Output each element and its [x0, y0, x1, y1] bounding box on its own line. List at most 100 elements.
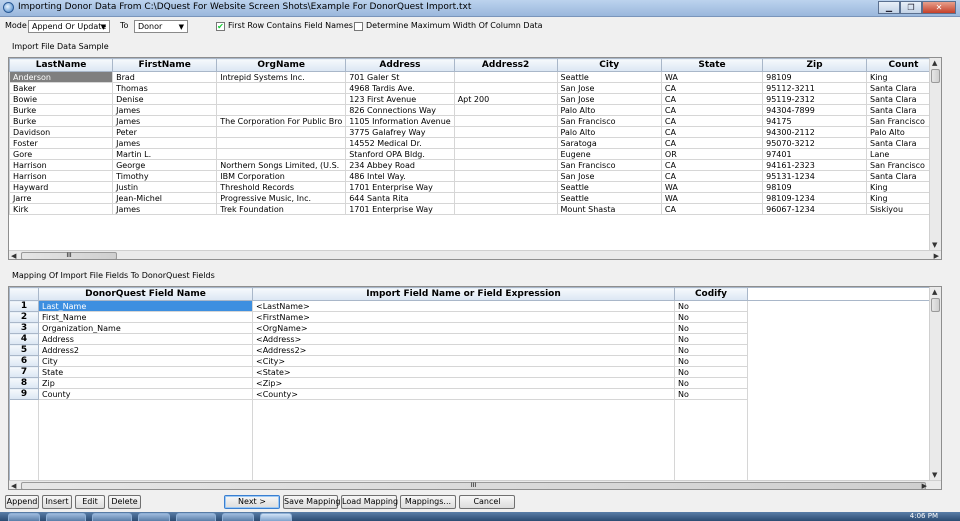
mapping-cell-expr[interactable]: <Address2>: [252, 344, 675, 356]
table-cell[interactable]: Jean-Michel: [112, 192, 218, 204]
table-cell[interactable]: Harrison: [9, 159, 114, 171]
mapping-cell-field[interactable]: Address: [38, 333, 253, 345]
table-cell[interactable]: 96067-1234: [762, 203, 867, 215]
mapping-cell-codify[interactable]: No: [674, 344, 748, 356]
taskbar-browser-icon[interactable]: [46, 513, 86, 521]
table-cell[interactable]: [453, 159, 558, 171]
mapping-cell-expr[interactable]: <FirstName>: [252, 311, 675, 323]
table-cell[interactable]: 123 First Avenue: [345, 93, 455, 105]
table-row[interactable]: 6 City <City> No: [9, 355, 931, 367]
table-cell[interactable]: WA: [660, 181, 764, 193]
mapping-column-header[interactable]: DonorQuest Field Name: [38, 287, 253, 301]
table-cell[interactable]: 826 Connections Way: [345, 104, 455, 116]
scroll-down-icon[interactable]: ▼: [932, 241, 937, 249]
mapping-cell-field[interactable]: City: [38, 355, 253, 367]
table-cell[interactable]: Palo Alto: [556, 126, 662, 138]
table-row[interactable]: Kirk James Trek Foundation 1701 Enterprise …: [9, 203, 941, 215]
insert-button[interactable]: Insert: [42, 495, 72, 509]
table-cell[interactable]: James: [112, 104, 218, 116]
table-row[interactable]: 4 Address <Address> No: [9, 333, 931, 345]
table-cell[interactable]: 98109: [762, 181, 867, 193]
table-cell[interactable]: [453, 104, 558, 116]
append-button[interactable]: Append: [5, 495, 39, 509]
table-cell[interactable]: Foster: [9, 137, 114, 149]
mapping-cell-expr[interactable]: <Zip>: [252, 377, 675, 389]
table-cell[interactable]: Gore: [9, 148, 114, 160]
mapping-cell-expr[interactable]: <OrgName>: [252, 322, 675, 334]
table-cell[interactable]: Anderson: [9, 71, 114, 83]
table-cell[interactable]: 644 Santa Rita: [345, 192, 455, 204]
table-cell[interactable]: George: [112, 159, 218, 171]
to-select[interactable]: Donor ▼: [134, 20, 188, 33]
table-cell[interactable]: Burke: [9, 104, 114, 116]
edit-button[interactable]: Edit: [75, 495, 105, 509]
sample-column-header[interactable]: OrgName: [216, 58, 347, 72]
mapping-cell-expr[interactable]: <City>: [252, 355, 675, 367]
table-cell[interactable]: Baker: [9, 82, 114, 94]
mapping-cell-field[interactable]: Address2: [38, 344, 253, 356]
table-cell[interactable]: 94304-7899: [762, 104, 867, 116]
scroll-thumb[interactable]: III: [21, 252, 117, 259]
table-cell[interactable]: 14552 Medical Dr.: [345, 137, 455, 149]
table-cell[interactable]: The Corporation For Public Bro: [216, 115, 347, 127]
table-cell[interactable]: Seattle: [556, 71, 662, 83]
table-row[interactable]: Burke James The Corporation For Public Bro…: [9, 115, 941, 127]
mapping-cell-expr[interactable]: <State>: [252, 366, 675, 378]
table-cell[interactable]: Northern Songs Limited, (U.S.: [216, 159, 347, 171]
mapping-cell-codify[interactable]: No: [674, 355, 748, 367]
table-cell[interactable]: [453, 137, 558, 149]
table-cell[interactable]: OR: [660, 148, 764, 160]
table-cell[interactable]: Peter: [112, 126, 218, 138]
mapping-vertical-scrollbar[interactable]: ▲ ▼: [929, 287, 941, 480]
table-row[interactable]: Jarre Jean-Michel Progressive Music, Inc. 6…: [9, 192, 941, 204]
table-cell[interactable]: [216, 126, 347, 138]
mapping-cell-codify[interactable]: No: [674, 366, 748, 378]
table-cell[interactable]: San Francisco: [556, 159, 662, 171]
scroll-thumb[interactable]: III: [21, 482, 926, 489]
table-cell[interactable]: Progressive Music, Inc.: [216, 192, 347, 204]
mapping-cell-empty[interactable]: [747, 333, 931, 345]
table-cell[interactable]: Davidson: [9, 126, 114, 138]
mapping-cell-expr[interactable]: <Address>: [252, 333, 675, 345]
table-cell[interactable]: [216, 104, 347, 116]
table-cell[interactable]: 1701 Enterprise Way: [345, 203, 455, 215]
sample-column-header[interactable]: Address: [345, 58, 455, 72]
mapping-cell-empty[interactable]: [747, 344, 931, 356]
table-cell[interactable]: 94175: [762, 115, 867, 127]
table-cell[interactable]: 4968 Tardis Ave.: [345, 82, 455, 94]
table-cell[interactable]: Kirk: [9, 203, 114, 215]
table-row[interactable]: 8 Zip <Zip> No: [9, 377, 931, 389]
table-row[interactable]: 2 First_Name <FirstName> No: [9, 311, 931, 323]
taskbar-folder-icon[interactable]: [176, 513, 216, 521]
table-cell[interactable]: Justin: [112, 181, 218, 193]
save-mapping-button[interactable]: Save Mapping: [283, 495, 341, 509]
scroll-left-icon[interactable]: ◀: [11, 482, 16, 489]
table-cell[interactable]: Seattle: [556, 192, 662, 204]
scroll-thumb[interactable]: [931, 69, 940, 83]
table-cell[interactable]: [453, 170, 558, 182]
mapping-cell-codify[interactable]: No: [674, 311, 748, 323]
table-cell[interactable]: 95112-3211: [762, 82, 867, 94]
table-cell[interactable]: San Francisco: [556, 115, 662, 127]
table-cell[interactable]: Intrepid Systems Inc.: [216, 71, 347, 83]
table-cell[interactable]: San Jose: [556, 170, 662, 182]
table-cell[interactable]: CA: [660, 126, 764, 138]
table-cell[interactable]: Burke: [9, 115, 114, 127]
mapping-cell-expr[interactable]: <LastName>: [252, 300, 675, 312]
first-row-checkbox[interactable]: ✔: [216, 22, 225, 31]
scroll-up-icon[interactable]: ▲: [932, 288, 937, 296]
table-cell[interactable]: [216, 137, 347, 149]
table-cell[interactable]: [453, 192, 558, 204]
taskbar-dquest-icon[interactable]: [260, 513, 292, 521]
table-cell[interactable]: [453, 82, 558, 94]
mapping-cell-codify[interactable]: No: [674, 388, 748, 400]
table-row[interactable]: Harrison George Northern Songs Limited, (U…: [9, 159, 941, 171]
sample-column-header[interactable]: FirstName: [112, 58, 218, 72]
table-row[interactable]: 3 Organization_Name <OrgName> No: [9, 322, 931, 334]
table-cell[interactable]: [453, 148, 558, 160]
mapping-grid[interactable]: DonorQuest Field Name Import Field Name o…: [8, 286, 942, 490]
mapping-cell-codify[interactable]: No: [674, 333, 748, 345]
table-cell[interactable]: Stanford OPA Bldg.: [345, 148, 455, 160]
table-cell[interactable]: [453, 126, 558, 138]
sample-horizontal-scrollbar[interactable]: ◀ III ▶: [9, 250, 941, 259]
